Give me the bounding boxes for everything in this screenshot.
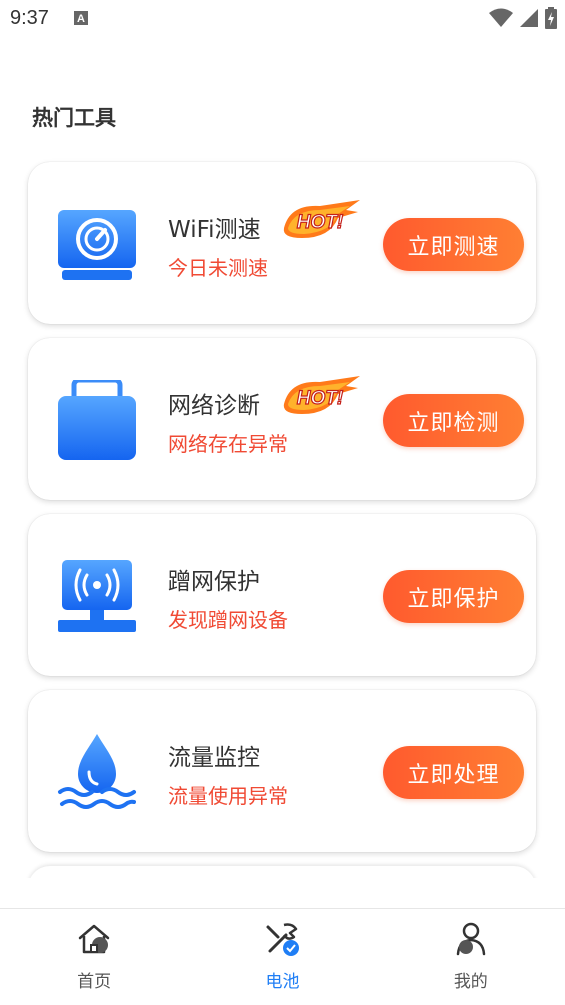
- nav-label: 我的: [453, 972, 488, 992]
- water-drop-icon: [58, 734, 136, 809]
- toolbox-icon: [58, 380, 136, 460]
- tool-status: 流量使用异常: [168, 784, 288, 808]
- tool-card-wifi-speed[interactable]: WiFi测速 HOT! 今日未测速 立即测速: [28, 162, 536, 324]
- bottom-nav: 首页 电池 我的: [0, 908, 565, 1005]
- tool-title: 流量监控: [168, 745, 260, 771]
- nav-label: 首页: [77, 972, 112, 992]
- tool-status: 今日未测速: [168, 256, 268, 280]
- notification-a-icon: A: [74, 11, 88, 25]
- wifi-signal-icon: [489, 8, 513, 27]
- hot-badge-icon: HOT!: [283, 376, 360, 414]
- signal-monitor-icon: [58, 560, 136, 632]
- tool-title: 网络诊断: [168, 393, 260, 419]
- tool-card-network-protection[interactable]: 蹭网保护 发现蹭网设备 立即保护: [28, 514, 536, 676]
- home-icon: [78, 924, 110, 954]
- tool-card-network-diagnosis[interactable]: 网络诊断 HOT! 网络存在异常 立即检测: [28, 338, 536, 500]
- detect-button[interactable]: 立即检测: [383, 394, 524, 447]
- tool-status: 发现蹭网设备: [168, 608, 288, 632]
- section-title: 热门工具: [32, 106, 116, 130]
- status-bar: 9:37 A: [0, 0, 565, 38]
- speed-test-button[interactable]: 立即测速: [383, 218, 524, 271]
- handle-button[interactable]: 立即处理: [383, 746, 524, 799]
- protect-button[interactable]: 立即保护: [383, 570, 524, 623]
- battery-icon: [545, 7, 557, 29]
- nav-item-home[interactable]: 首页: [0, 909, 188, 1005]
- tools-icon: [266, 923, 300, 956]
- hot-badge-icon: HOT!: [283, 200, 360, 238]
- svg-text:A: A: [77, 13, 85, 25]
- nav-label: 电池: [265, 972, 300, 992]
- tool-card-traffic-monitor[interactable]: 流量监控 流量使用异常 立即处理: [28, 690, 536, 852]
- nav-item-profile[interactable]: 我的: [377, 909, 565, 1005]
- cell-signal-icon: [520, 9, 538, 27]
- hot-badge-text: HOT!: [297, 212, 343, 233]
- tool-title: WiFi测速: [168, 217, 261, 243]
- tool-status: 网络存在异常: [168, 432, 288, 456]
- tool-title: 蹭网保护: [168, 569, 260, 595]
- nav-item-battery[interactable]: 电池: [188, 909, 376, 1005]
- status-time: 9:37: [10, 7, 49, 29]
- wifi-speed-monitor-icon: [58, 210, 136, 280]
- hot-badge-text: HOT!: [297, 388, 343, 409]
- user-icon: [456, 922, 486, 956]
